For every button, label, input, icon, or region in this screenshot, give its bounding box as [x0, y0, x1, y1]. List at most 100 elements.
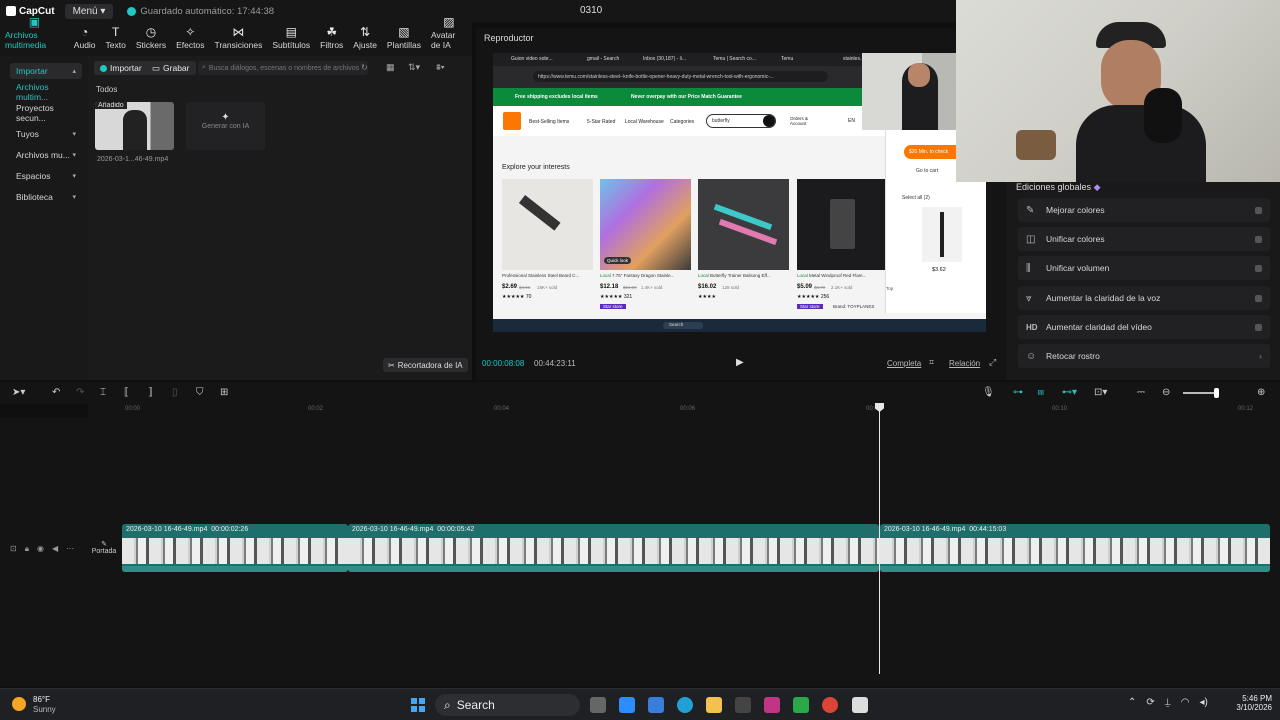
- windows-start-icon[interactable]: [411, 698, 425, 712]
- video-clarity-item[interactable]: HD Aumentar claridad del vídeo: [1018, 315, 1270, 339]
- cover-button[interactable]: ✎ Portada: [90, 540, 118, 560]
- microphone-icon[interactable]: 🎙︎: [982, 387, 995, 398]
- media-search-input[interactable]: ⌕ Busca diálogos, escenas o nombres de ar…: [198, 61, 368, 75]
- play-icon[interactable]: ▶: [736, 357, 744, 368]
- link-icon[interactable]: ⊶: [1013, 387, 1023, 398]
- sidebar-item-library[interactable]: Biblioteca ▾: [10, 189, 82, 205]
- redo-icon[interactable]: ↷: [76, 387, 84, 398]
- toggle-switch[interactable]: [1255, 294, 1262, 302]
- chevron-up-icon[interactable]: ⌃: [1128, 697, 1136, 708]
- media-file-name: 2026-03-1...46-49.mp4: [97, 156, 169, 163]
- magnet-icon[interactable]: ⩎: [1038, 387, 1044, 398]
- toggle-switch[interactable]: [1255, 235, 1262, 243]
- project-title[interactable]: 0310: [580, 5, 602, 16]
- tool-effects[interactable]: ✧ Efectos: [171, 26, 209, 56]
- split-icon[interactable]: ⌶: [100, 387, 106, 398]
- tool-audio[interactable]: ◔ Audio: [69, 26, 101, 56]
- toggle-switch[interactable]: [1255, 323, 1262, 331]
- sync-icon[interactable]: ⟳: [1146, 697, 1154, 708]
- clip-name: 2026-03-10 16-46-49.mp4: [352, 526, 434, 533]
- toggle-switch[interactable]: [1255, 206, 1262, 214]
- lock-icon[interactable]: 🔒︎: [25, 544, 29, 554]
- captions-icon[interactable]: ⎓: [1137, 387, 1145, 398]
- tool-adjust[interactable]: ⇅ Ajuste: [348, 26, 382, 56]
- select-tool-icon[interactable]: ➤▾: [12, 387, 25, 398]
- import-button[interactable]: Importar: [94, 61, 148, 75]
- sort-icon[interactable]: ⇅▾: [408, 62, 420, 73]
- trim-right-icon[interactable]: ⟧: [148, 387, 153, 398]
- zoom-slider-handle[interactable]: [1214, 388, 1219, 398]
- unify-colors-item[interactable]: ◫ Unificar colores: [1018, 227, 1270, 251]
- toggle-switch[interactable]: [1255, 264, 1262, 272]
- eye-icon[interactable]: ◉: [37, 544, 44, 554]
- ai-edit-icon[interactable]: ⊞: [220, 387, 228, 398]
- chrome-icon[interactable]: [822, 697, 838, 713]
- tool-stickers[interactable]: ◷ Stickers: [131, 26, 171, 56]
- full-quality-button[interactable]: Completa: [887, 359, 921, 368]
- task-view-icon[interactable]: [590, 697, 606, 713]
- media-thumbnail[interactable]: Añadido: [95, 102, 174, 150]
- trim-left-icon[interactable]: ⟦: [124, 387, 129, 398]
- tool-filters[interactable]: ☘ Filtros: [315, 26, 348, 56]
- capcut-taskbar-icon[interactable]: [852, 697, 868, 713]
- sidebar-item-yours[interactable]: Tuyos ▾: [10, 126, 82, 142]
- subtitles-icon: ▤: [285, 25, 297, 39]
- delete-icon[interactable]: ▯: [172, 387, 178, 398]
- preview-axis-icon[interactable]: ⊡▾: [1094, 387, 1107, 398]
- tool-media[interactable]: ▣ Archivos multimedia: [0, 16, 69, 56]
- snap-icon[interactable]: ⊷▾: [1062, 387, 1077, 398]
- voice-clarity-item[interactable]: ⩔ Aumentar la claridad de la voz: [1018, 286, 1270, 310]
- volume-icon[interactable]: ◂): [1200, 697, 1208, 708]
- ai-cutout-button[interactable]: ✂ Recortadora de IA: [383, 358, 468, 372]
- shield-icon[interactable]: ⛉: [196, 387, 204, 398]
- aspect-ratio-button[interactable]: Relación: [949, 359, 980, 368]
- zoom-out-icon[interactable]: ⊖: [1162, 387, 1170, 398]
- timeline-clip[interactable]: 2026-03-10 16-46-49.mp4 00:44:15:03: [880, 524, 1270, 572]
- clock[interactable]: 5:46 PM 3/10/2026: [1226, 694, 1272, 712]
- file-explorer-icon[interactable]: [706, 697, 722, 713]
- edge-icon[interactable]: [677, 697, 693, 713]
- xbox-icon[interactable]: [793, 697, 809, 713]
- crop-icon[interactable]: ⌗: [929, 357, 934, 368]
- fullscreen-icon[interactable]: ⤢: [989, 357, 996, 368]
- timeline-clip[interactable]: 2026-03-10 16-46-49.mp4 00:00:05:42: [348, 524, 879, 572]
- refresh-icon[interactable]: ↻: [361, 63, 368, 72]
- playhead[interactable]: [879, 404, 880, 674]
- record-button[interactable]: ▭ Grabar: [146, 61, 196, 75]
- grid-view-icon[interactable]: ▦: [386, 62, 395, 73]
- tool-transitions[interactable]: ⋈ Transiciones: [209, 26, 267, 56]
- instagram-icon[interactable]: [764, 697, 780, 713]
- generate-ai-button[interactable]: ✦ Generar con IA: [186, 102, 265, 150]
- unify-volume-item[interactable]: ⫼ Unificar volumen: [1018, 256, 1270, 280]
- tool-subtitles[interactable]: ▤ Subtítulos: [267, 26, 315, 56]
- sidebar-item-spaces[interactable]: Espacios ▾: [10, 168, 82, 184]
- undo-icon[interactable]: ↶: [52, 387, 60, 398]
- tool-avatar[interactable]: ▨ Avatar de IA: [426, 16, 472, 56]
- speaker-icon[interactable]: ◀: [52, 544, 58, 554]
- timeline-clip[interactable]: 2026-03-10 16-46-49.mp4 00:00:02:26: [122, 524, 348, 572]
- microphone-icon[interactable]: ⍊: [1165, 697, 1171, 708]
- product-name: Professional Stainless Steel Beard C...: [502, 273, 580, 278]
- menu-button[interactable]: Menú ▾: [64, 3, 114, 19]
- enhance-colors-item[interactable]: ✎ Mejorar colores: [1018, 198, 1270, 222]
- zoom-app-icon[interactable]: [619, 697, 635, 713]
- sidebar-item-import[interactable]: Importar ▴: [10, 63, 82, 79]
- sidebar-item-media-files[interactable]: Archivos multim...: [10, 82, 82, 102]
- weather-icon[interactable]: [12, 697, 26, 711]
- outlook-icon[interactable]: [648, 697, 664, 713]
- filter-all-label[interactable]: Todos: [96, 85, 117, 94]
- wifi-icon[interactable]: ◠: [1181, 697, 1190, 708]
- tool-text[interactable]: T Texto: [101, 26, 131, 56]
- sidebar-item-secondary-projects[interactable]: Proyectos secun...: [10, 103, 82, 123]
- sidebar-item-media-archive[interactable]: Archivos mu... ▾: [10, 147, 82, 163]
- track-hide-icon[interactable]: ⊡: [10, 544, 17, 554]
- temu-nav-item: 5-Star Rated: [587, 119, 616, 125]
- retouch-face-item[interactable]: ☺ Retocar rostro ›: [1018, 344, 1270, 368]
- zoom-in-icon[interactable]: ⊕: [1257, 387, 1265, 398]
- taskbar-search[interactable]: ⌕ Search: [435, 694, 580, 716]
- tool-templates[interactable]: ▧ Plantillas: [382, 26, 426, 56]
- store-icon[interactable]: [735, 697, 751, 713]
- more-icon[interactable]: ⋯: [66, 544, 74, 554]
- timeline-ruler[interactable]: 00:00 00:02 00:04 00:06 00:08 00:10 00:1…: [88, 404, 1280, 418]
- filter-icon[interactable]: ⩩▾: [436, 62, 445, 73]
